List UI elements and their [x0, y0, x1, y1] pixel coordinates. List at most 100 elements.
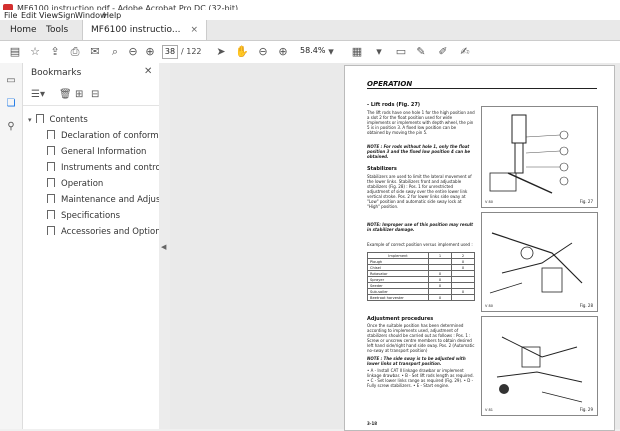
- select-cursor-icon[interactable]: ➤: [214, 45, 228, 59]
- bookmark-icon: [47, 194, 55, 203]
- bookmark-declaration[interactable]: Declaration of conformity: [47, 129, 169, 143]
- tab-bar: Home Tools MF6100 instructio... ×: [0, 20, 620, 41]
- bookmark-operation[interactable]: Operation: [47, 177, 103, 191]
- table-row: Beetroot harvester X: [367, 294, 475, 301]
- delete-icon[interactable]: 🗑: [59, 89, 72, 100]
- tab-document[interactable]: MF6100 instructio... ×: [82, 20, 207, 40]
- stabilizers-heading: Stabilizers: [367, 166, 397, 172]
- page-up-icon[interactable]: ⊖: [126, 45, 140, 59]
- menu-view[interactable]: View: [39, 11, 58, 20]
- stabilizers-note: NOTE: Improper use of this position may …: [367, 222, 474, 232]
- page-total: / 122: [181, 47, 202, 56]
- figure-code: V 81: [485, 408, 493, 412]
- save-icon[interactable]: ▤: [8, 45, 22, 59]
- pdf-page: OPERATION - Lift rods (Fig. 27) The lift…: [344, 65, 615, 431]
- page-number-input[interactable]: 38: [162, 45, 178, 59]
- figure-28: V 80 Fig. 28: [481, 212, 598, 312]
- print-icon[interactable]: ⎙: [68, 45, 82, 59]
- hand-icon[interactable]: ✋: [235, 45, 249, 59]
- bookmark-icon: [47, 226, 55, 235]
- bookmark-icon: [47, 178, 55, 187]
- zoom-dropdown-icon[interactable]: ▾: [324, 45, 338, 59]
- bookmark-general-information[interactable]: General Information: [47, 145, 146, 159]
- highlight-icon[interactable]: ✎: [414, 45, 428, 59]
- expand-bookmark-icon[interactable]: ⊟: [91, 89, 99, 100]
- bookmark-label: Operation: [61, 179, 104, 189]
- bookmark-contents[interactable]: ▾ Contents: [28, 113, 88, 127]
- chevron-down-icon[interactable]: ▾: [28, 113, 32, 127]
- figure-27: V 80 Fig. 27: [481, 106, 598, 208]
- comment-icon[interactable]: ▭: [394, 45, 408, 59]
- attachments-icon[interactable]: ⚲: [5, 121, 17, 133]
- close-panel-icon[interactable]: ✕: [144, 66, 152, 77]
- table-cell: X: [428, 294, 452, 301]
- adjust-steps: • A - Install CAT II linkage drawbar or …: [367, 368, 474, 388]
- sign-icon[interactable]: ✍: [458, 45, 472, 59]
- page-down-icon[interactable]: ⊕: [143, 45, 157, 59]
- menu-file[interactable]: File: [4, 11, 17, 20]
- bookmark-icon: [47, 130, 55, 139]
- bookmark-accessories[interactable]: Accessories and Options: [47, 225, 165, 239]
- bookmark-label: Contents: [49, 115, 88, 125]
- implement-table: Implement 1 2 Plough X Chisel X Rotavator X…: [367, 252, 475, 301]
- scroll-mode-icon[interactable]: ▾: [372, 45, 386, 59]
- stabilizers-text: Stabilizers are used to limit the latera…: [367, 174, 472, 209]
- table-cell: [451, 294, 475, 301]
- figure-code: V 80: [485, 200, 493, 204]
- pen-icon[interactable]: ✐: [436, 45, 450, 59]
- lift-rod-illustration: [489, 114, 569, 194]
- adjust-heading: Adjustment procedures: [367, 316, 434, 322]
- bookmark-icon: [35, 114, 44, 123]
- zoom-in-icon[interactable]: ⊕: [276, 45, 290, 59]
- fit-page-icon[interactable]: ▦: [350, 45, 364, 59]
- bookmark-label: Specifications: [61, 211, 121, 221]
- section-title: OPERATION: [367, 80, 413, 88]
- figure-label: Fig. 28: [579, 303, 593, 308]
- bookmark-label: Instruments and controls: [61, 163, 168, 173]
- bookmark-label: Declaration of conformity: [61, 131, 170, 141]
- tab-tools[interactable]: Tools: [38, 20, 76, 40]
- bookmark-instruments[interactable]: Instruments and controls: [47, 161, 167, 175]
- zoom-level[interactable]: 58.4%: [300, 45, 326, 57]
- upload-icon[interactable]: ⇪: [48, 45, 62, 59]
- menu-help[interactable]: Help: [103, 11, 121, 20]
- bookmark-star-icon[interactable]: ☆: [28, 45, 42, 59]
- figure-label: Fig. 29: [579, 407, 593, 412]
- menu-edit[interactable]: Edit: [21, 11, 37, 20]
- figure-label: Fig. 27: [579, 199, 593, 204]
- stabilizer-illustration: [489, 232, 583, 294]
- zoom-out-icon[interactable]: ⊖: [256, 45, 270, 59]
- bookmarks-title: Bookmarks: [31, 68, 82, 78]
- bookmarks-panel: Bookmarks ✕ ☰▾ 🗑 ⊞ ⊟ ▾ Contents Declarati…: [23, 63, 190, 429]
- figure-code: V 80: [485, 304, 493, 308]
- bookmark-icon: [47, 210, 55, 219]
- lift-rods-heading: - Lift rods (Fig. 27): [367, 102, 421, 108]
- bookmark-specifications[interactable]: Specifications: [47, 209, 120, 223]
- new-bookmark-icon[interactable]: ⊞: [75, 89, 83, 100]
- section-rule: [367, 88, 597, 89]
- close-icon[interactable]: ×: [190, 25, 198, 35]
- tab-document-label: MF6100 instructio...: [91, 25, 181, 35]
- figure-29: V 81 Fig. 29: [481, 316, 598, 416]
- bookmark-icon: [47, 162, 55, 171]
- navigation-pane-strip: ▭ ❏ ⚲: [0, 63, 23, 429]
- toolbar: ▤ ☆ ⇪ ⎙ ✉ ⌕ ⊖ ⊕ 38 / 122 ➤ ✋ ⊖ ⊕ 58.4% ▾…: [0, 41, 620, 64]
- table-cell: Beetroot harvester: [367, 294, 429, 301]
- bookmark-label: General Information: [61, 147, 147, 157]
- menu-sign[interactable]: Sign: [58, 11, 75, 20]
- email-icon[interactable]: ✉: [88, 45, 102, 59]
- menu-window[interactable]: Window: [75, 11, 107, 20]
- bookmarks-icon[interactable]: ❏: [5, 98, 17, 110]
- options-icon[interactable]: ☰▾: [31, 89, 45, 100]
- page-number: 3-18: [367, 421, 378, 426]
- search-icon[interactable]: ⌕: [108, 45, 122, 59]
- lift-rods-note: NOTE : For rods without hole 1, only the…: [367, 144, 471, 159]
- page-thumbnails-icon[interactable]: ▭: [5, 75, 17, 87]
- adjust-note: NOTE : The side sway is to be adjusted w…: [367, 356, 466, 366]
- collapse-arrow-icon[interactable]: ◀: [161, 243, 166, 251]
- bookmark-icon: [47, 146, 55, 155]
- example-text: Example of correct position versus imple…: [367, 242, 473, 247]
- lift-rods-text: The lift rods have one hole 1 for the hi…: [367, 110, 475, 135]
- document-viewer[interactable]: OPERATION - Lift rods (Fig. 27) The lift…: [170, 63, 620, 431]
- lower-link-illustration: [496, 336, 583, 403]
